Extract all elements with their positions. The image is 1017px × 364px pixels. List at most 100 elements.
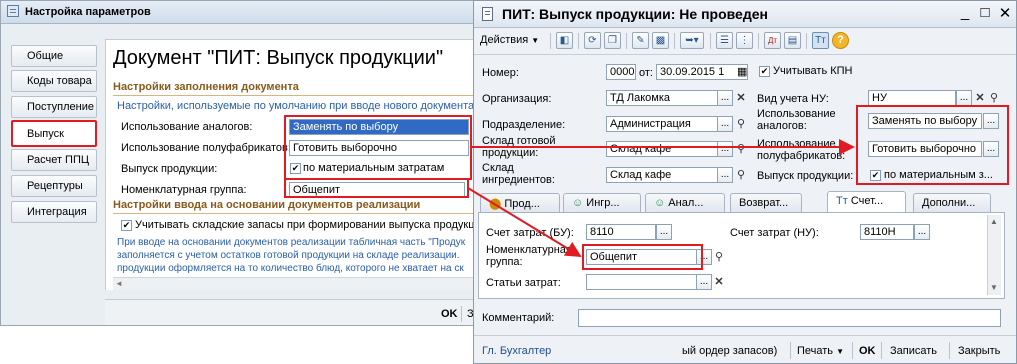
tab-analogs[interactable]: ☺ Анал... — [645, 193, 725, 213]
copy-icon[interactable]: ❐ — [604, 32, 621, 49]
tab-additional[interactable]: Дополни... — [913, 193, 991, 213]
tax-accounting-search-icon[interactable]: ⚲ — [987, 90, 1001, 106]
settings-title-bar: Настройка параметров — [1, 1, 477, 24]
separator — [461, 306, 462, 322]
settings-ok-button[interactable]: OK — [441, 308, 458, 320]
separator — [710, 33, 711, 49]
save-button[interactable]: Записать — [890, 345, 937, 357]
settings-window-title: Настройка параметров — [25, 6, 151, 18]
comment-label: Комментарий: — [482, 312, 555, 324]
close-icon[interactable]: ✕ — [996, 4, 1014, 22]
actions-menu[interactable]: Действия ▼ — [480, 34, 539, 46]
ingredients-store-field[interactable]: Склад кафе — [606, 167, 718, 183]
nomenclature-group-label-line1: Номенклатурная — [486, 244, 572, 256]
cost-items-select-button[interactable]: ... — [696, 274, 712, 290]
maximize-icon[interactable]: □ — [976, 4, 994, 21]
separator — [790, 342, 791, 359]
tax-accounting-clear-icon[interactable]: ✕ — [973, 90, 987, 106]
calendar-icon[interactable]: ▦ — [737, 65, 747, 78]
ingredients-store-select-button[interactable]: ... — [717, 167, 733, 183]
analogs-label: Использование аналогов: — [121, 121, 253, 133]
tax-accounting-field[interactable]: НУ — [868, 90, 956, 106]
cost-account-nu-select-button[interactable]: ... — [914, 224, 930, 240]
nav-ppc-calc[interactable]: Расчет ППЦ — [11, 149, 97, 171]
date-field[interactable]: 30.09.2015 1 — [656, 64, 748, 80]
separator — [550, 33, 551, 49]
number-field[interactable]: 0000 — [606, 64, 636, 80]
store-select-button[interactable]: ... — [717, 141, 733, 157]
analogs-label: Использование аналогов: — [757, 108, 836, 132]
department-select-button[interactable]: ... — [717, 116, 733, 132]
post-icon[interactable]: ◧ — [556, 32, 573, 49]
settings-window: Настройка параметров Общие Коды товара П… — [0, 0, 478, 326]
print-label: Печать — [797, 345, 834, 357]
store-search-icon[interactable]: ⚲ — [734, 141, 748, 157]
store-field[interactable]: Склад кафе — [606, 141, 718, 157]
department-search-icon[interactable]: ⚲ — [734, 116, 748, 132]
department-field[interactable]: Администрация — [606, 116, 718, 132]
cost-items-field[interactable] — [586, 274, 698, 290]
cost-account-bu-select-button[interactable]: ... — [656, 224, 672, 240]
separator — [674, 33, 675, 49]
organization-field[interactable]: ТД Лакомка — [606, 90, 718, 106]
semi-products-label: Использование полуфабрикатов: — [121, 142, 291, 154]
scroll-up-icon[interactable]: ▲ — [990, 217, 998, 226]
horizontal-scrollbar[interactable]: ◄ — [113, 277, 477, 290]
report-icon[interactable]: ▤ — [784, 32, 801, 49]
close-button[interactable]: Закрыть — [958, 345, 1000, 357]
cost-items-clear-icon[interactable]: ✕ — [712, 274, 726, 290]
cost-account-nu-label: Счет затрат (НУ): — [730, 227, 819, 239]
ingredients-store-label-line2: ингредиентов: — [482, 174, 555, 186]
tab-panel-scrollbar[interactable]: ▲ ▼ — [987, 215, 1001, 295]
tab-products[interactable]: ⬤ Прод... — [480, 193, 560, 213]
ingredients-store-search-icon[interactable]: ⚲ — [734, 167, 748, 183]
refresh-icon[interactable]: ⟳ — [584, 32, 601, 49]
nav-output[interactable]: Выпуск — [11, 120, 97, 147]
tab-returns[interactable]: Возврат... — [730, 193, 802, 213]
stock-checkbox[interactable]: ✔ — [121, 220, 132, 231]
dt-kt-icon[interactable]: Дт — [764, 32, 781, 49]
help-icon[interactable]: ? — [832, 32, 849, 49]
based-on-icon[interactable]: ➥▾ — [680, 32, 704, 49]
highlight-defaults — [284, 115, 472, 180]
print-button[interactable]: Печать ▼ — [797, 345, 844, 357]
cost-account-bu-field[interactable]: 8110 — [586, 224, 656, 240]
scroll-left-icon[interactable]: ◄ — [115, 279, 123, 288]
section-divider — [113, 213, 473, 214]
nav-recipes[interactable]: Рецептуры — [11, 175, 97, 197]
organization-clear-icon[interactable]: ✕ — [734, 90, 748, 106]
kpn-checkbox[interactable]: ✔ — [759, 66, 770, 77]
tax-icon[interactable]: Тт — [812, 32, 829, 49]
delete-mark-icon[interactable]: ▩ — [652, 32, 669, 49]
scroll-down-icon[interactable]: ▼ — [990, 283, 998, 292]
settings-app-icon — [7, 5, 19, 17]
tab-accounts[interactable]: Тт Счет... — [827, 191, 906, 213]
organization-select-button[interactable]: ... — [717, 90, 733, 106]
nomenclature-group-search-icon[interactable]: ⚲ — [712, 249, 726, 265]
minimize-icon[interactable]: _ — [956, 4, 974, 21]
tab-ingredients[interactable]: ☺ Ингр... — [563, 193, 641, 213]
kpn-label: Учитывать КПН — [773, 65, 853, 77]
structure-icon[interactable]: ⋮ — [736, 32, 753, 49]
department-label: Подразделение: — [482, 119, 566, 131]
print-form-item[interactable]: ый ордер запасов) — [682, 345, 777, 357]
nav-receipt[interactable]: Поступление — [11, 96, 97, 118]
tax-accounting-select-button[interactable]: ... — [956, 90, 972, 106]
realization-note-3: продукции оформляется на то количество б… — [117, 263, 464, 274]
nav-integration[interactable]: Интеграция — [11, 201, 97, 223]
realization-note-2: заполняется с учетом остатков готовой пр… — [117, 250, 460, 261]
list-icon[interactable]: ☰ — [716, 32, 733, 49]
store-label-line1: Склад готовой — [482, 135, 556, 147]
ok-button[interactable]: OK — [859, 345, 876, 357]
comment-field[interactable] — [578, 309, 1001, 327]
separator — [852, 342, 853, 359]
new-icon[interactable]: ✎ — [632, 32, 649, 49]
output-label: Выпуск продукции: — [757, 170, 854, 182]
cost-items-label: Статьи затрат: — [486, 277, 561, 289]
stock-checkbox-label: Учитывать складские запасы при формирова… — [135, 219, 478, 231]
nav-general[interactable]: Общие — [11, 45, 97, 67]
accountant-link[interactable]: Гл. Бухгалтер — [482, 345, 551, 357]
nav-product-codes[interactable]: Коды товара — [11, 70, 97, 92]
nomenclature-group-label-line2: группа: — [486, 256, 523, 268]
cost-account-nu-field[interactable]: 8110Н — [860, 224, 914, 240]
